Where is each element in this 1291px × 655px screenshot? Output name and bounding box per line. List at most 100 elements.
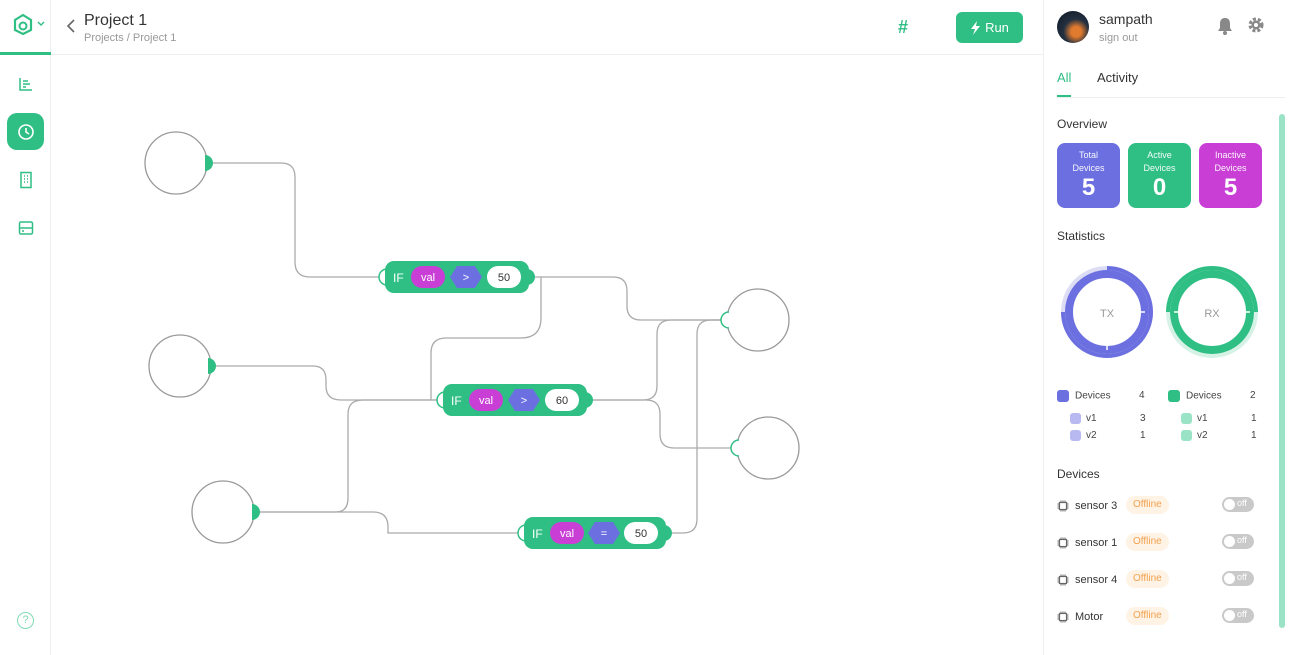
device-row[interactable]: sensor 4 Offline off [1057, 570, 1257, 592]
rx-legend: Devices 2 [1168, 390, 1260, 402]
if-condition-block[interactable]: IF val = 50 [517, 517, 672, 549]
page-title: Project 1 [84, 12, 148, 29]
connection-wires [208, 162, 735, 534]
card-label: Inactive Devices [1214, 150, 1247, 173]
tx-legend-item: v1 3 [1070, 413, 1150, 424]
if-condition-block[interactable]: IF val > 60 [436, 384, 593, 416]
bell-icon[interactable] [1217, 17, 1233, 35]
if-condition-block[interactable]: IF val > 50 [378, 261, 535, 293]
home-logo-icon [13, 13, 33, 35]
card-label: Total Devices [1072, 150, 1105, 173]
value-label: 60 [556, 395, 568, 407]
variable-label: val [479, 395, 493, 407]
flow-graph: IF val > 50 IF val > 60 IF val = 50 [144, 131, 800, 549]
toggle-label: off [1237, 535, 1247, 545]
back-arrow-icon[interactable] [65, 18, 77, 34]
variable-label: val [421, 272, 435, 284]
chevron-down-icon [37, 21, 45, 26]
card-label: Active Devices [1143, 150, 1176, 173]
avatar[interactable] [1057, 11, 1089, 43]
card-value: 5 [1081, 174, 1096, 201]
tx-legend: Devices 4 [1057, 390, 1147, 402]
device-row[interactable]: Motor Offline off [1057, 607, 1257, 629]
input-node[interactable] [144, 131, 213, 195]
rx-gauge: RX [1166, 266, 1258, 358]
legend-item-name: v1 [1197, 413, 1208, 425]
device-toggle[interactable]: off [1222, 534, 1254, 549]
device-name: sensor 3 [1075, 500, 1118, 512]
app-logo[interactable] [12, 10, 46, 38]
legend-total: 2 [1250, 390, 1256, 401]
lightning-icon [971, 20, 981, 35]
legend-item-name: v2 [1197, 430, 1208, 442]
legend-item-value: 1 [1251, 430, 1257, 441]
legend-name: Devices [1186, 390, 1222, 402]
device-toggle[interactable]: off [1222, 571, 1254, 586]
breadcrumb[interactable]: Projects / Project 1 [84, 32, 176, 44]
card-value: 0 [1152, 174, 1167, 201]
tab-all[interactable]: All [1057, 70, 1071, 85]
gear-icon[interactable] [1247, 16, 1265, 34]
legend-name: Devices [1075, 390, 1111, 402]
hash-icon[interactable]: # [898, 17, 908, 38]
chip-icon [1057, 574, 1069, 586]
rx-label: RX [1204, 308, 1220, 320]
legend-item-name: v1 [1086, 413, 1097, 425]
rail-item-building[interactable] [7, 161, 44, 198]
device-name: Motor [1075, 611, 1104, 623]
operator-label: > [463, 272, 469, 284]
input-node[interactable] [148, 334, 216, 398]
input-node[interactable] [191, 480, 260, 544]
legend-item-name: v2 [1086, 430, 1097, 442]
devices-title: Devices [1057, 467, 1100, 481]
chip-icon [1057, 537, 1069, 549]
device-toggle[interactable]: off [1222, 608, 1254, 623]
rail-item-storage[interactable] [7, 209, 44, 246]
value-label: 50 [498, 272, 510, 284]
sign-out-link[interactable]: sign out [1099, 32, 1138, 44]
value-label: 50 [635, 528, 647, 540]
right-panel: sampath sign out All Activity Overview T… [1043, 0, 1291, 655]
rail-item-clock[interactable] [7, 113, 44, 150]
rx-legend-item: v1 1 [1181, 413, 1261, 424]
statistics-title: Statistics [1057, 229, 1106, 243]
legend-item-value: 1 [1140, 430, 1146, 441]
storage-icon [18, 220, 33, 235]
device-name: sensor 1 [1075, 537, 1118, 549]
if-keyword: IF [451, 394, 462, 408]
status-badge: Offline [1126, 607, 1169, 625]
rail-item-chart[interactable] [7, 65, 44, 102]
chart-icon [18, 77, 32, 91]
device-row[interactable]: sensor 3 Offline off [1057, 496, 1257, 518]
device-name: sensor 4 [1075, 574, 1118, 586]
legend-total: 4 [1139, 390, 1145, 401]
toggle-label: off [1237, 498, 1247, 508]
variable-label: val [560, 528, 574, 540]
chip-icon [1057, 611, 1069, 623]
tx-gauge: TX [1061, 266, 1153, 358]
run-label: Run [985, 20, 1009, 35]
help-icon[interactable]: ? [17, 612, 34, 629]
output-node[interactable] [730, 416, 800, 480]
status-badge: Offline [1126, 533, 1169, 551]
legend-swatch [1168, 390, 1180, 402]
overview-title: Overview [1057, 117, 1108, 131]
output-node[interactable] [720, 288, 790, 352]
if-keyword: IF [532, 527, 543, 541]
device-toggle[interactable]: off [1222, 497, 1254, 512]
tab-activity[interactable]: Activity [1097, 70, 1138, 85]
flow-canvas[interactable]: IF val > 50 IF val > 60 IF val = 50 [51, 55, 1043, 655]
if-keyword: IF [393, 271, 404, 285]
building-icon [19, 171, 32, 188]
legend-swatch [1057, 390, 1069, 402]
device-row[interactable]: sensor 1 Offline off [1057, 533, 1257, 555]
run-button[interactable]: Run [956, 12, 1023, 43]
tx-legend-item: v2 1 [1070, 430, 1150, 441]
active-devices-card: Active Devices 0 [1128, 143, 1191, 208]
logo-underline [0, 52, 51, 55]
card-value: 5 [1223, 174, 1238, 201]
scrollbar[interactable] [1279, 114, 1285, 628]
status-badge: Offline [1126, 570, 1169, 588]
chip-icon [1057, 500, 1069, 512]
top-bar: Project 1 Projects / Project 1 # Run [51, 0, 1043, 55]
